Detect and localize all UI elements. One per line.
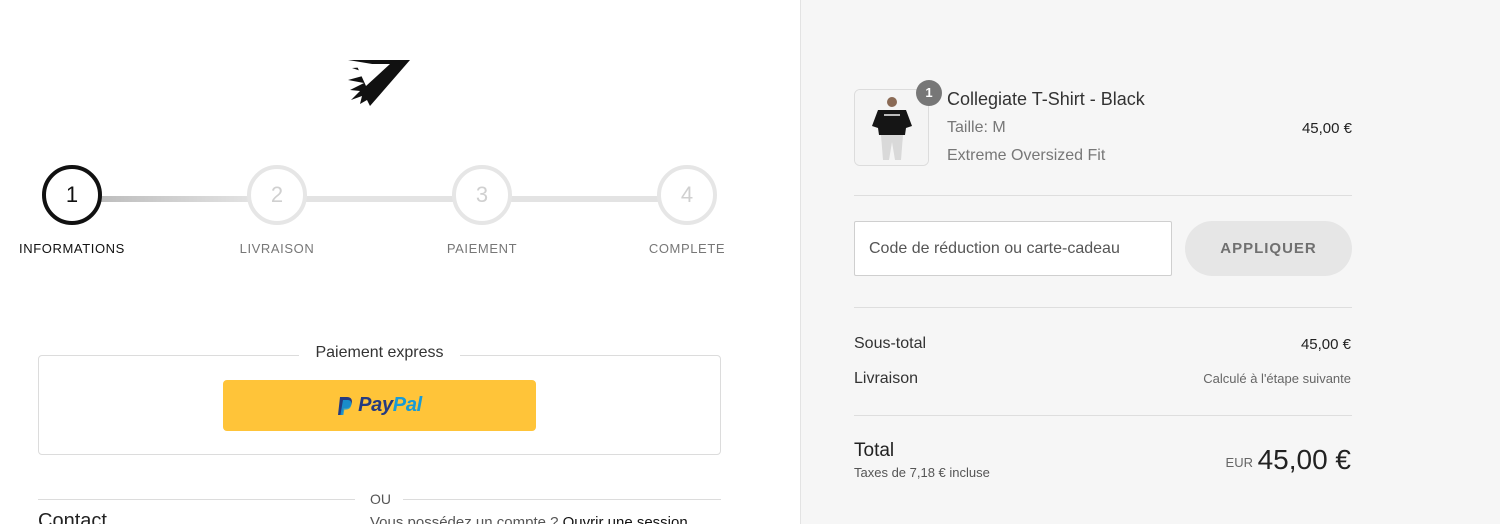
step-label: PAIEMENT [446,241,518,256]
step-number: 4 [657,165,717,225]
checkout-progress: 1 INFORMATIONS 2 LIVRAISON 3 PAIEMENT 4 … [0,165,760,265]
divider [854,415,1352,416]
step-complete[interactable]: 4 COMPLETE [627,165,747,256]
discount-code-input[interactable] [854,221,1172,276]
step-livraison[interactable]: 2 LIVRAISON [217,165,337,256]
order-summary: 1 Collegiate T-Shirt - Black Taille: M E… [800,0,1500,524]
tshirt-model-image [855,90,928,165]
divider [854,307,1352,308]
paypal-icon [338,396,353,415]
total-amount: 45,00 € [1257,444,1351,475]
apply-discount-button[interactable]: APPLIQUER [1185,221,1352,276]
paypal-word-pay: Pay [358,394,393,416]
product-size: Taille: M [947,119,1006,136]
or-text: OU [370,491,391,507]
step-number: 1 [42,165,102,225]
quantity-badge: 1 [916,80,942,106]
login-link[interactable]: Ouvrir une session [563,514,688,524]
account-prompt-text: Vous possédez un compte ? [370,514,559,524]
express-checkout-title: Paiement express [299,344,460,361]
account-prompt: Vous possédez un compte ? Ouvrir une ses… [370,514,688,524]
total-label: Total [854,440,895,461]
separator-line-left [38,499,355,500]
divider [854,195,1352,196]
product-name: Collegiate T-Shirt - Black [947,89,1145,109]
subtotal-value: 45,00 € [1300,336,1351,353]
express-checkout-box: Paiement express PayPal [38,344,721,455]
currency-code: EUR [1225,455,1253,470]
or-separator: OU [38,490,721,510]
shipping-value: Calculé à l'étape suivante [1203,371,1351,386]
tax-note: Taxes de 7,18 € incluse [854,465,990,480]
separator-line-right [403,499,721,500]
step-informations[interactable]: 1 INFORMATIONS [12,165,132,256]
step-paiement[interactable]: 3 PAIEMENT [422,165,542,256]
product-fit: Extreme Oversized Fit [947,147,1106,164]
step-label: COMPLETE [648,241,726,256]
shipping-label: Livraison [854,370,919,387]
subtotal-label: Sous-total [854,335,927,352]
step-label: INFORMATIONS [19,241,125,256]
brand-logo[interactable] [346,56,412,108]
step-label: LIVRAISON [239,241,315,256]
product-price: 45,00 € [1301,120,1352,137]
checkout-main: 1 INFORMATIONS 2 LIVRAISON 3 PAIEMENT 4 … [0,0,800,524]
step-number: 3 [452,165,512,225]
paypal-button[interactable]: PayPal [223,380,536,431]
paypal-word-pal: Pal [392,394,422,416]
contact-heading: Contact [38,510,107,524]
cart-line-item: 1 Collegiate T-Shirt - Black Taille: M E… [854,80,1352,169]
step-number: 2 [247,165,307,225]
